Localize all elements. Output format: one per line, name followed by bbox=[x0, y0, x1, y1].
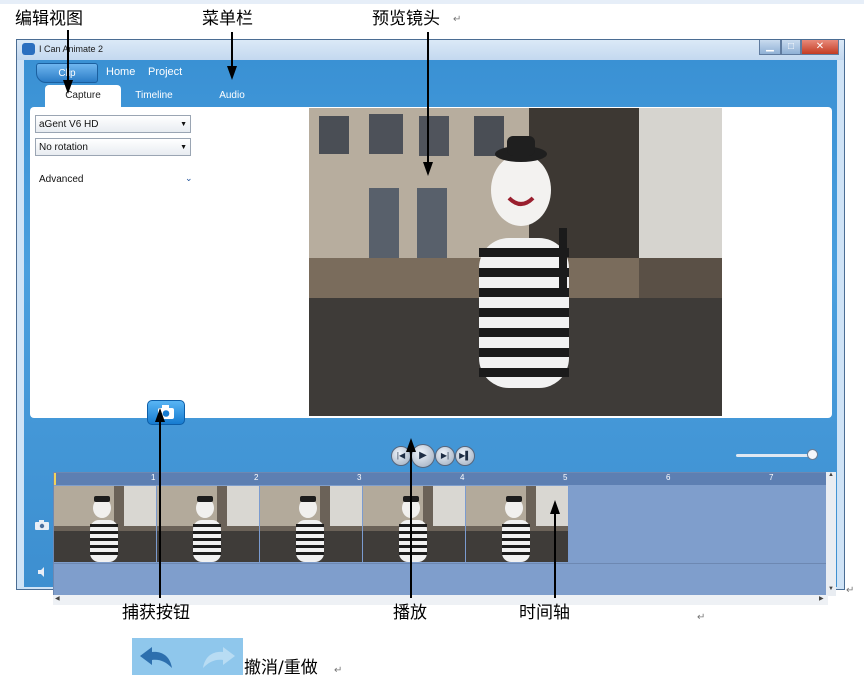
preview-arrowhead bbox=[423, 162, 433, 176]
return-mark: ↵ bbox=[334, 665, 343, 676]
menu-bar-arrowhead bbox=[227, 66, 237, 80]
return-mark: ↵ bbox=[697, 612, 706, 623]
edit-view-arrowhead bbox=[63, 80, 73, 94]
timeline-annotation: 时间轴 bbox=[519, 603, 570, 623]
annotation-arrows bbox=[63, 30, 560, 598]
undo-icon bbox=[140, 647, 172, 668]
undo-redo-annotation: 撤消/重做 bbox=[244, 658, 318, 678]
timeline-arrowhead bbox=[550, 500, 560, 514]
play-arrowhead bbox=[406, 438, 416, 452]
capture-button-annotation: 捕获按钮 bbox=[122, 603, 190, 623]
redo-icon bbox=[203, 647, 235, 668]
play-annotation: 播放 bbox=[393, 603, 427, 623]
undo-redo-graphic bbox=[132, 638, 243, 675]
capture-arrowhead bbox=[155, 408, 165, 422]
